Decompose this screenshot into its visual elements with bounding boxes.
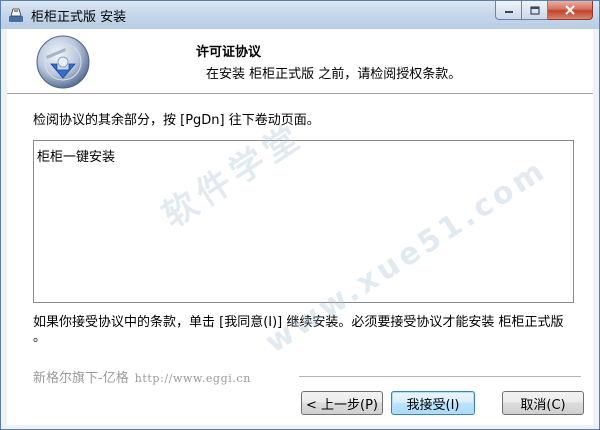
header-subtitle: 在安装 柜柜正式版 之前，请检阅授权条款。: [206, 67, 462, 82]
branding-text: 新格尔旗下-亿格 http://www.eggi.cn: [33, 367, 251, 386]
license-page: 检阅协议的其余部分，按 [PgDn] 往下卷动页面。 柜柜一键安装 如果你接受协…: [7, 95, 593, 425]
minimize-button[interactable]: [495, 1, 522, 20]
license-text: 柜柜一键安装: [37, 150, 116, 165]
scroll-instruction: 检阅协议的其余部分，按 [PgDn] 往下卷动页面。: [33, 113, 320, 128]
branding-divider: [299, 376, 581, 378]
license-textbox[interactable]: 柜柜一键安装: [33, 140, 574, 303]
accept-button[interactable]: 我接受(I): [391, 391, 475, 415]
close-icon: [565, 5, 575, 15]
window-title: 柜柜正式版 安装: [31, 10, 127, 25]
maximize-icon: [529, 5, 540, 15]
close-button[interactable]: [548, 1, 593, 20]
accept-note: 如果你接受协议中的条款，单击 [我同意(I)] 继续安装。必须要接受协议才能安装…: [33, 315, 564, 345]
back-button[interactable]: < 上一步(P): [301, 391, 383, 415]
header-title: 许可证协议: [196, 45, 262, 60]
window-controls: [495, 1, 593, 21]
maximize-button[interactable]: [522, 1, 548, 20]
installer-logo-icon: [36, 35, 90, 89]
installer-window: 柜柜正式版 安装 许可证协议 在安装 柜柜正式版 之前，请检阅授权条款。 检阅协…: [0, 0, 600, 430]
brand-url: http://www.eggi.cn: [134, 372, 251, 385]
title-bar[interactable]: 柜柜正式版 安装: [1, 1, 599, 29]
minimize-icon: [504, 11, 513, 13]
page-header: 许可证协议 在安装 柜柜正式版 之前，请检阅授权条款。: [7, 29, 593, 93]
app-icon: [8, 7, 24, 23]
brand-name: 新格尔旗下-亿格: [33, 371, 129, 386]
cancel-button[interactable]: 取消(C): [502, 391, 584, 415]
